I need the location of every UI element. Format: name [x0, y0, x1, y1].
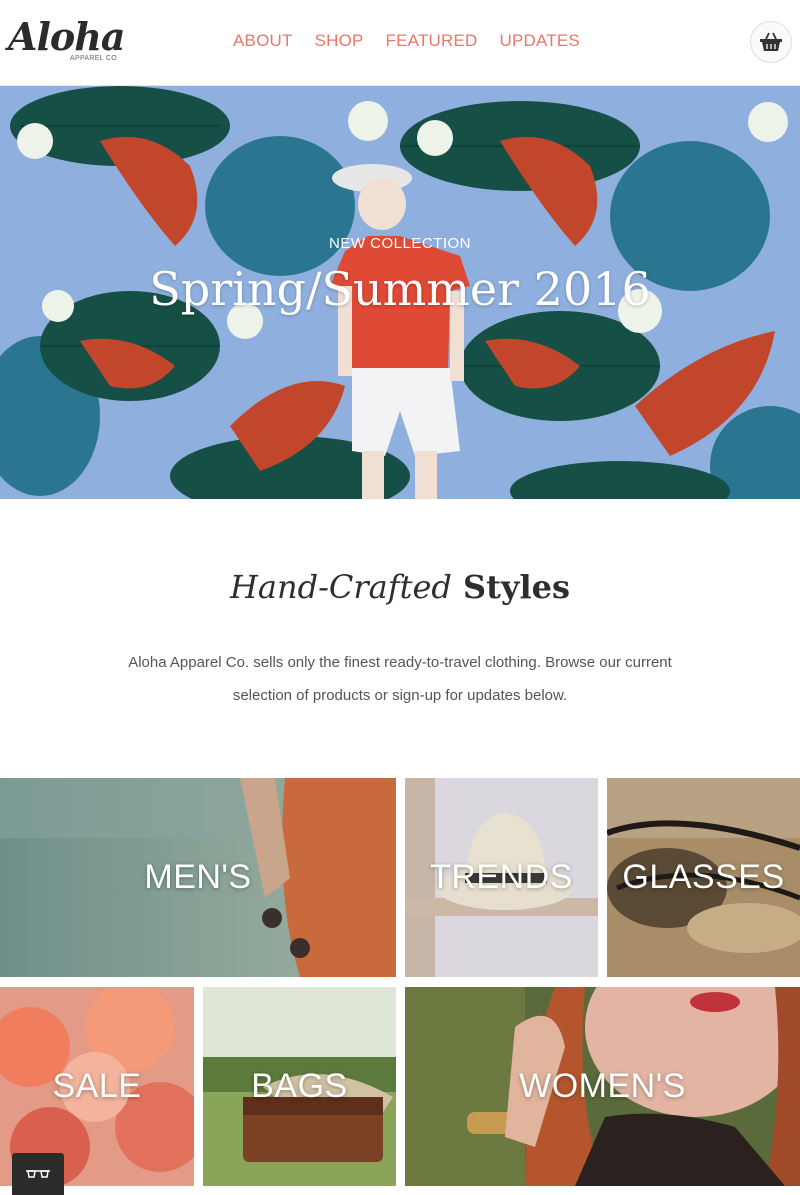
- intro-title-emphasis: Hand-Crafted: [229, 568, 452, 606]
- basket-icon: [760, 32, 782, 51]
- main-nav: ABOUT SHOP FEATURED UPDATES: [233, 31, 580, 51]
- tile-womens[interactable]: WOMEN'S: [405, 987, 800, 1186]
- nav-featured[interactable]: FEATURED: [386, 31, 478, 51]
- glasses-floating-button[interactable]: [12, 1153, 64, 1195]
- nav-updates[interactable]: UPDATES: [500, 31, 580, 51]
- hero-banner: NEW COLLECTION Spring/Summer 2016: [0, 86, 800, 499]
- cart-button[interactable]: [750, 21, 792, 63]
- tile-bags[interactable]: BAGS: [203, 987, 396, 1186]
- tile-sale-label: SALE: [52, 1067, 142, 1105]
- tile-womens-label: WOMEN'S: [519, 1067, 686, 1105]
- intro-title: Hand-Crafted Styles: [0, 568, 800, 606]
- site-header: Aloha APPAREL CO ABOUT SHOP FEATURED UPD…: [0, 0, 800, 86]
- tile-glasses-label: GLASSES: [622, 858, 785, 896]
- tile-mens[interactable]: MEN'S: [0, 778, 396, 977]
- nav-shop[interactable]: SHOP: [315, 31, 364, 51]
- logo-text: Aloha: [8, 14, 126, 59]
- tile-glasses[interactable]: GLASSES: [607, 778, 800, 977]
- hero-title: Spring/Summer 2016: [149, 262, 651, 316]
- nav-about[interactable]: ABOUT: [233, 31, 293, 51]
- tile-trends-label: TRENDS: [430, 858, 573, 896]
- glasses-icon: [26, 1170, 50, 1178]
- tile-bags-label: BAGS: [251, 1067, 348, 1105]
- tile-trends[interactable]: TRENDS: [405, 778, 598, 977]
- tile-mens-label: MEN'S: [144, 858, 252, 896]
- logo-subtitle: APPAREL CO: [70, 55, 117, 62]
- intro-text: Aloha Apparel Co. sells only the finest …: [128, 654, 672, 704]
- intro-title-strong: Styles: [463, 568, 571, 606]
- hero-kicker: NEW COLLECTION: [328, 235, 471, 252]
- logo[interactable]: Aloha APPAREL CO: [8, 14, 126, 69]
